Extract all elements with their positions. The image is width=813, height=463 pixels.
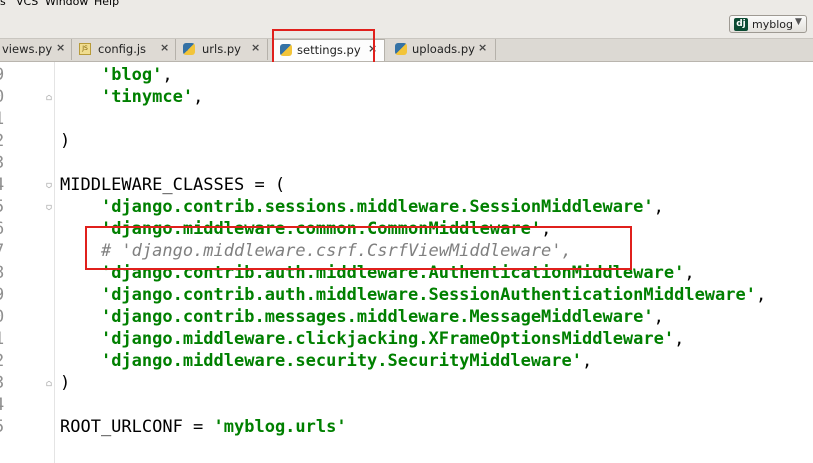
code-line[interactable]: 'django.contrib.messages.middleware.Mess… — [60, 306, 664, 328]
tab-label: uploads.py — [412, 42, 475, 56]
editor-tab-bar: views.py × JS config.js × urls.py × sett… — [0, 39, 813, 62]
chevron-down-icon: ▼ — [795, 17, 802, 27]
line-number: 5 — [0, 196, 14, 218]
line-number: 6 — [0, 218, 14, 240]
tab-label: views.py — [2, 42, 53, 56]
code-editor[interactable]: 90123456789012345 'blog', 'tinymce',)MID… — [0, 62, 813, 463]
line-number: 8 — [0, 262, 14, 284]
line-number: 1 — [0, 108, 14, 130]
tab-label: config.js — [98, 42, 147, 56]
menu-item-help[interactable]: Help — [94, 0, 119, 8]
code-token: , — [653, 307, 664, 327]
string-literal: 'django.contrib.messages.middleware.Mess… — [100, 307, 654, 327]
code-line[interactable]: 'django.contrib.sessions.middleware.Sess… — [60, 196, 664, 218]
line-number-gutter: 90123456789012345 — [0, 62, 52, 463]
fold-marker-icon[interactable] — [46, 380, 52, 387]
code-token: , — [193, 87, 204, 107]
python-file-icon — [395, 43, 407, 55]
fold-marker-icon[interactable] — [46, 94, 52, 101]
close-icon[interactable]: × — [160, 41, 169, 54]
tab-views-py[interactable]: views.py × — [0, 39, 72, 60]
line-number: 3 — [0, 372, 14, 394]
js-file-icon: JS — [79, 43, 91, 55]
highlight-box-csrf-line — [85, 226, 632, 270]
string-literal: 'django.contrib.sessions.middleware.Sess… — [100, 197, 654, 217]
line-number: 2 — [0, 130, 14, 152]
tab-config-js[interactable]: JS config.js × — [72, 39, 176, 60]
code-line[interactable]: 'tinymce', — [60, 86, 203, 108]
tab-label: urls.py — [202, 42, 241, 56]
code-line[interactable]: 'django.middleware.clickjacking.XFrameOp… — [60, 328, 684, 350]
code-line[interactable]: ) — [60, 372, 70, 394]
line-number: 4 — [0, 174, 14, 196]
line-number: 7 — [0, 240, 14, 262]
line-number: 2 — [0, 350, 14, 372]
code-token: MIDDLEWARE_CLASSES = ( — [60, 175, 286, 195]
menu-item-vcs[interactable]: VCS — [16, 0, 38, 8]
toolbar: dj myblog ▼ — [0, 10, 813, 39]
string-literal: 'blog' — [100, 65, 163, 85]
code-token: , — [653, 197, 664, 217]
close-icon[interactable]: × — [56, 41, 65, 54]
menu-bar: s VCS Window Help — [0, 0, 813, 10]
line-number: 3 — [0, 152, 14, 174]
fold-marker-icon[interactable] — [46, 204, 52, 211]
line-number: 0 — [0, 86, 14, 108]
run-configuration-dropdown[interactable]: dj myblog ▼ — [729, 15, 807, 33]
code-token: , — [162, 65, 173, 85]
string-literal: 'django.contrib.auth.middleware.SessionA… — [100, 285, 756, 305]
close-icon[interactable]: × — [251, 41, 260, 54]
run-configuration-label: myblog — [752, 18, 793, 31]
python-file-icon — [183, 43, 195, 55]
string-literal: 'myblog.urls' — [213, 417, 347, 437]
line-number: 9 — [0, 64, 14, 86]
close-icon[interactable]: × — [478, 41, 487, 54]
gutter-divider — [54, 62, 55, 463]
django-icon: dj — [734, 18, 748, 31]
code-token: , — [582, 351, 593, 371]
line-number: 0 — [0, 306, 14, 328]
string-literal: 'django.middleware.security.SecurityMidd… — [100, 351, 582, 371]
line-number: 4 — [0, 394, 14, 416]
code-line[interactable]: ) — [60, 130, 70, 152]
fold-marker-icon[interactable] — [46, 182, 52, 189]
code-token: ROOT_URLCONF = — [60, 417, 214, 437]
code-line[interactable]: 'blog', — [60, 64, 173, 86]
code-token: ) — [60, 373, 71, 393]
tab-urls-py[interactable]: urls.py × — [176, 39, 268, 60]
line-number: 9 — [0, 284, 14, 306]
code-line[interactable]: 'django.middleware.security.SecurityMidd… — [60, 350, 592, 372]
code-line[interactable]: MIDDLEWARE_CLASSES = ( — [60, 174, 285, 196]
line-number: 5 — [0, 416, 14, 438]
string-literal: 'tinymce' — [100, 87, 194, 107]
code-token: , — [674, 329, 685, 349]
line-number: 1 — [0, 328, 14, 350]
menu-item-s[interactable]: s — [0, 0, 6, 8]
code-token: , — [755, 285, 767, 305]
menu-item-window[interactable]: Window — [45, 0, 88, 8]
string-literal: 'django.middleware.clickjacking.XFrameOp… — [100, 329, 675, 349]
code-token: , — [684, 263, 695, 283]
code-line[interactable]: 'django.contrib.auth.middleware.SessionA… — [60, 284, 766, 306]
tab-uploads-py[interactable]: uploads.py × — [388, 39, 496, 60]
code-token: ) — [60, 131, 71, 151]
code-line[interactable]: ROOT_URLCONF = 'myblog.urls' — [60, 416, 347, 438]
